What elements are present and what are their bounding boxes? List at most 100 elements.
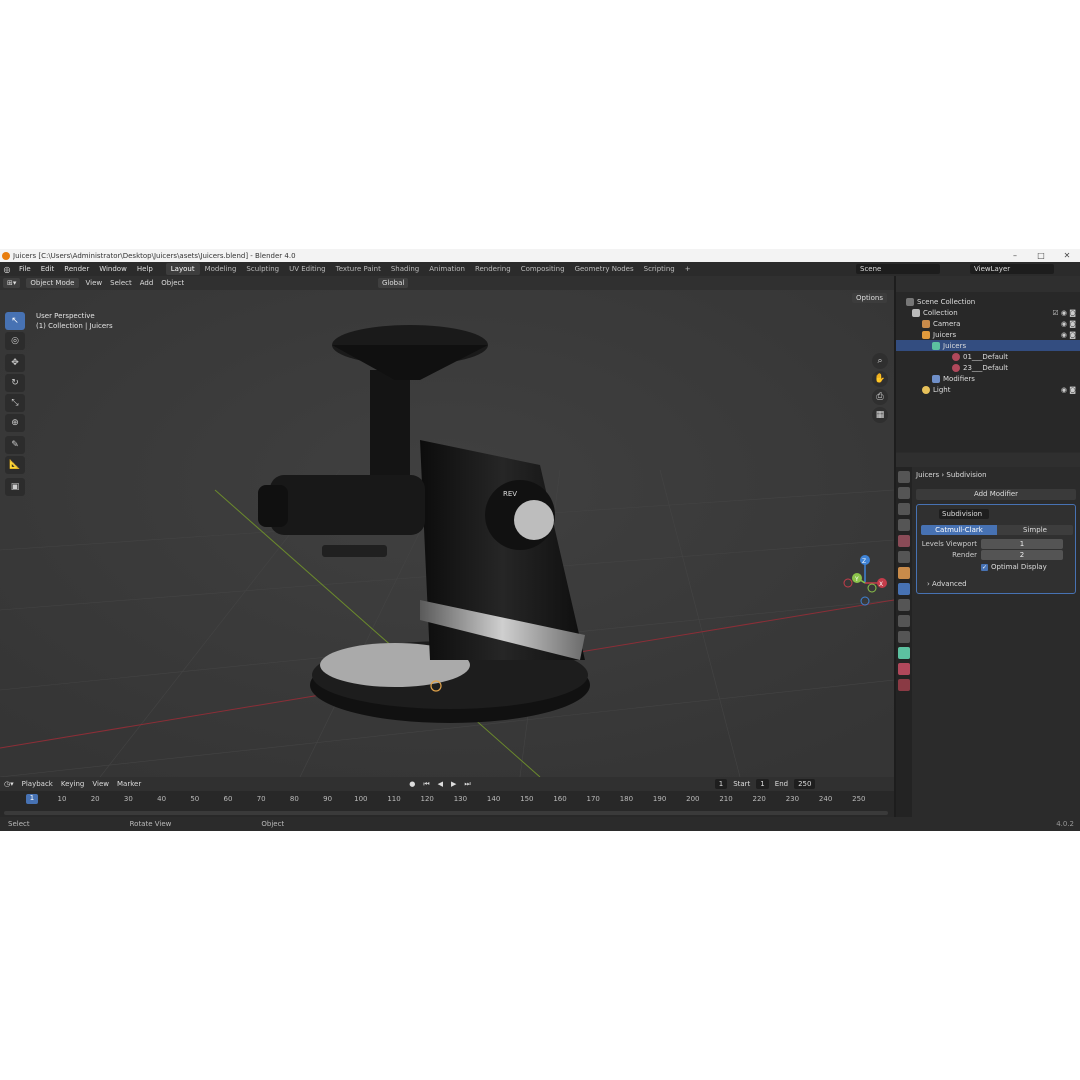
select-box-tool-icon[interactable]: ↖: [5, 312, 25, 330]
outliner-row[interactable]: Collection ☑ ◉ ◙: [896, 307, 1080, 318]
end-frame-field[interactable]: 250: [794, 779, 816, 789]
menu-playback[interactable]: Playback: [18, 780, 57, 788]
simple-option[interactable]: Simple: [997, 525, 1073, 535]
jump-end-icon[interactable]: ⏭: [460, 780, 474, 789]
object-tab-icon[interactable]: [898, 567, 910, 579]
menu-object[interactable]: Object: [157, 279, 188, 287]
tool-tab-icon[interactable]: [898, 471, 910, 483]
tab-rendering[interactable]: Rendering: [470, 263, 516, 275]
physics-tab-icon[interactable]: [898, 615, 910, 627]
play-reverse-icon[interactable]: ◀: [434, 780, 447, 788]
timeline-scrollbar[interactable]: [4, 811, 888, 815]
tab-geometry-nodes[interactable]: Geometry Nodes: [570, 263, 639, 275]
data-tab-icon[interactable]: [898, 647, 910, 659]
record-icon[interactable]: ●: [405, 780, 419, 788]
outliner-row[interactable]: Scene Collection: [896, 296, 1080, 307]
menu-select[interactable]: Select: [106, 279, 136, 287]
visibility-icon[interactable]: ◉ ◙: [1061, 386, 1076, 394]
menu-add[interactable]: Add: [136, 279, 158, 287]
pan-hand-icon[interactable]: ✋: [872, 371, 888, 387]
menu-keying[interactable]: Keying: [57, 780, 89, 788]
perspective-label: User Perspective: [36, 312, 95, 320]
measure-tool-icon[interactable]: 📐: [5, 456, 25, 474]
texture-tab-icon[interactable]: [898, 679, 910, 691]
3d-viewport[interactable]: REV Z X Y: [0, 290, 894, 777]
frame-tick: 250: [852, 795, 866, 803]
jump-start-icon[interactable]: ⏮: [419, 780, 433, 789]
menu-help[interactable]: Help: [132, 265, 158, 273]
blender-menu-icon[interactable]: ◎: [0, 262, 14, 276]
annotate-tool-icon[interactable]: ✎: [5, 436, 25, 454]
scene-tab-icon[interactable]: [898, 535, 910, 547]
view-layer-selector[interactable]: ViewLayer: [970, 264, 1054, 274]
tab-modeling[interactable]: Modeling: [200, 263, 242, 275]
render-tab-icon[interactable]: [898, 487, 910, 499]
camera-icon: [922, 319, 930, 328]
add-workspace-icon[interactable]: +: [680, 263, 696, 275]
zoom-icon[interactable]: ⌕: [872, 353, 888, 369]
menu-window[interactable]: Window: [94, 265, 132, 273]
editor-type-icon[interactable]: ⊞▾: [3, 278, 21, 288]
add-cube-tool-icon[interactable]: ▣: [5, 478, 25, 496]
modifier-tab-icon[interactable]: [898, 583, 910, 595]
outliner-row[interactable]: 01___Default: [896, 351, 1080, 362]
visibility-icon[interactable]: ◉ ◙: [1061, 331, 1076, 339]
timeline-area[interactable]: 1 10 20 30 40 50 60 70 80 90 100 110 120 130 140 150 16…: [0, 791, 894, 817]
close-button[interactable]: ✕: [1054, 251, 1080, 260]
scene-selector[interactable]: Scene: [856, 264, 940, 274]
minimize-button[interactable]: –: [1002, 251, 1028, 260]
outliner-row[interactable]: Juicers ◉ ◙: [896, 329, 1080, 340]
render-levels-field[interactable]: 2: [981, 550, 1063, 560]
material-tab-icon[interactable]: [898, 663, 910, 675]
move-tool-icon[interactable]: ✥: [5, 354, 25, 372]
cursor-tool-icon[interactable]: ◎: [5, 332, 25, 350]
outliner-row[interactable]: Modifiers: [896, 373, 1080, 384]
advanced-section[interactable]: › Advanced: [927, 580, 967, 588]
scale-tool-icon[interactable]: ⤡: [5, 394, 25, 412]
camera-view-icon[interactable]: ⎙: [872, 389, 888, 405]
frame-tick: 30: [123, 795, 133, 803]
options-button[interactable]: Options: [852, 293, 888, 303]
tab-texture-paint[interactable]: Texture Paint: [331, 263, 386, 275]
menu-render[interactable]: Render: [59, 265, 94, 273]
ortho-grid-icon[interactable]: ▦: [872, 407, 888, 423]
rotate-tool-icon[interactable]: ↻: [5, 374, 25, 392]
outliner-row[interactable]: Light ◉ ◙: [896, 384, 1080, 395]
visibility-icon[interactable]: ◉ ◙: [1061, 320, 1076, 328]
version-label: 4.0.2: [1056, 820, 1074, 828]
visibility-icon[interactable]: ☑ ◉ ◙: [1052, 309, 1076, 317]
menu-view[interactable]: View: [82, 279, 107, 287]
transform-tool-icon[interactable]: ⊕: [5, 414, 25, 432]
start-frame-field[interactable]: 1: [756, 779, 769, 789]
menu-file[interactable]: File: [14, 265, 36, 273]
tab-animation[interactable]: Animation: [424, 263, 470, 275]
outliner-row[interactable]: 23___Default: [896, 362, 1080, 373]
add-modifier-button[interactable]: Add Modifier: [916, 489, 1076, 500]
levels-viewport-field[interactable]: 1: [981, 539, 1063, 549]
current-frame-field[interactable]: 1: [714, 779, 728, 789]
world-tab-icon[interactable]: [898, 551, 910, 563]
mode-dropdown[interactable]: Object Mode: [26, 278, 79, 288]
outliner-row[interactable]: Juicers: [896, 340, 1080, 351]
optimal-display-checkbox[interactable]: ✓ Optimal Display: [981, 563, 1047, 571]
tab-shading[interactable]: Shading: [386, 263, 424, 275]
tab-scripting[interactable]: Scripting: [639, 263, 680, 275]
tab-sculpting[interactable]: Sculpting: [241, 263, 284, 275]
menu-timeline-view[interactable]: View: [88, 780, 113, 788]
menu-edit[interactable]: Edit: [36, 265, 60, 273]
outliner-row[interactable]: Camera ◉ ◙: [896, 318, 1080, 329]
transform-orientation-dropdown[interactable]: Global: [378, 278, 409, 288]
maximize-button[interactable]: □: [1028, 251, 1054, 260]
modifier-name-field[interactable]: Subdivision: [939, 509, 989, 519]
tab-uv-editing[interactable]: UV Editing: [284, 263, 331, 275]
tab-compositing[interactable]: Compositing: [516, 263, 570, 275]
constraints-tab-icon[interactable]: [898, 631, 910, 643]
tab-layout[interactable]: Layout: [165, 263, 200, 275]
particles-tab-icon[interactable]: [898, 599, 910, 611]
output-tab-icon[interactable]: [898, 503, 910, 515]
catmull-clark-option[interactable]: Catmull-Clark: [921, 525, 997, 535]
play-icon[interactable]: ▶: [447, 780, 460, 788]
menu-marker[interactable]: Marker: [113, 780, 145, 788]
timeline-editor-icon[interactable]: ◷▾: [0, 780, 18, 788]
view-layer-tab-icon[interactable]: [898, 519, 910, 531]
